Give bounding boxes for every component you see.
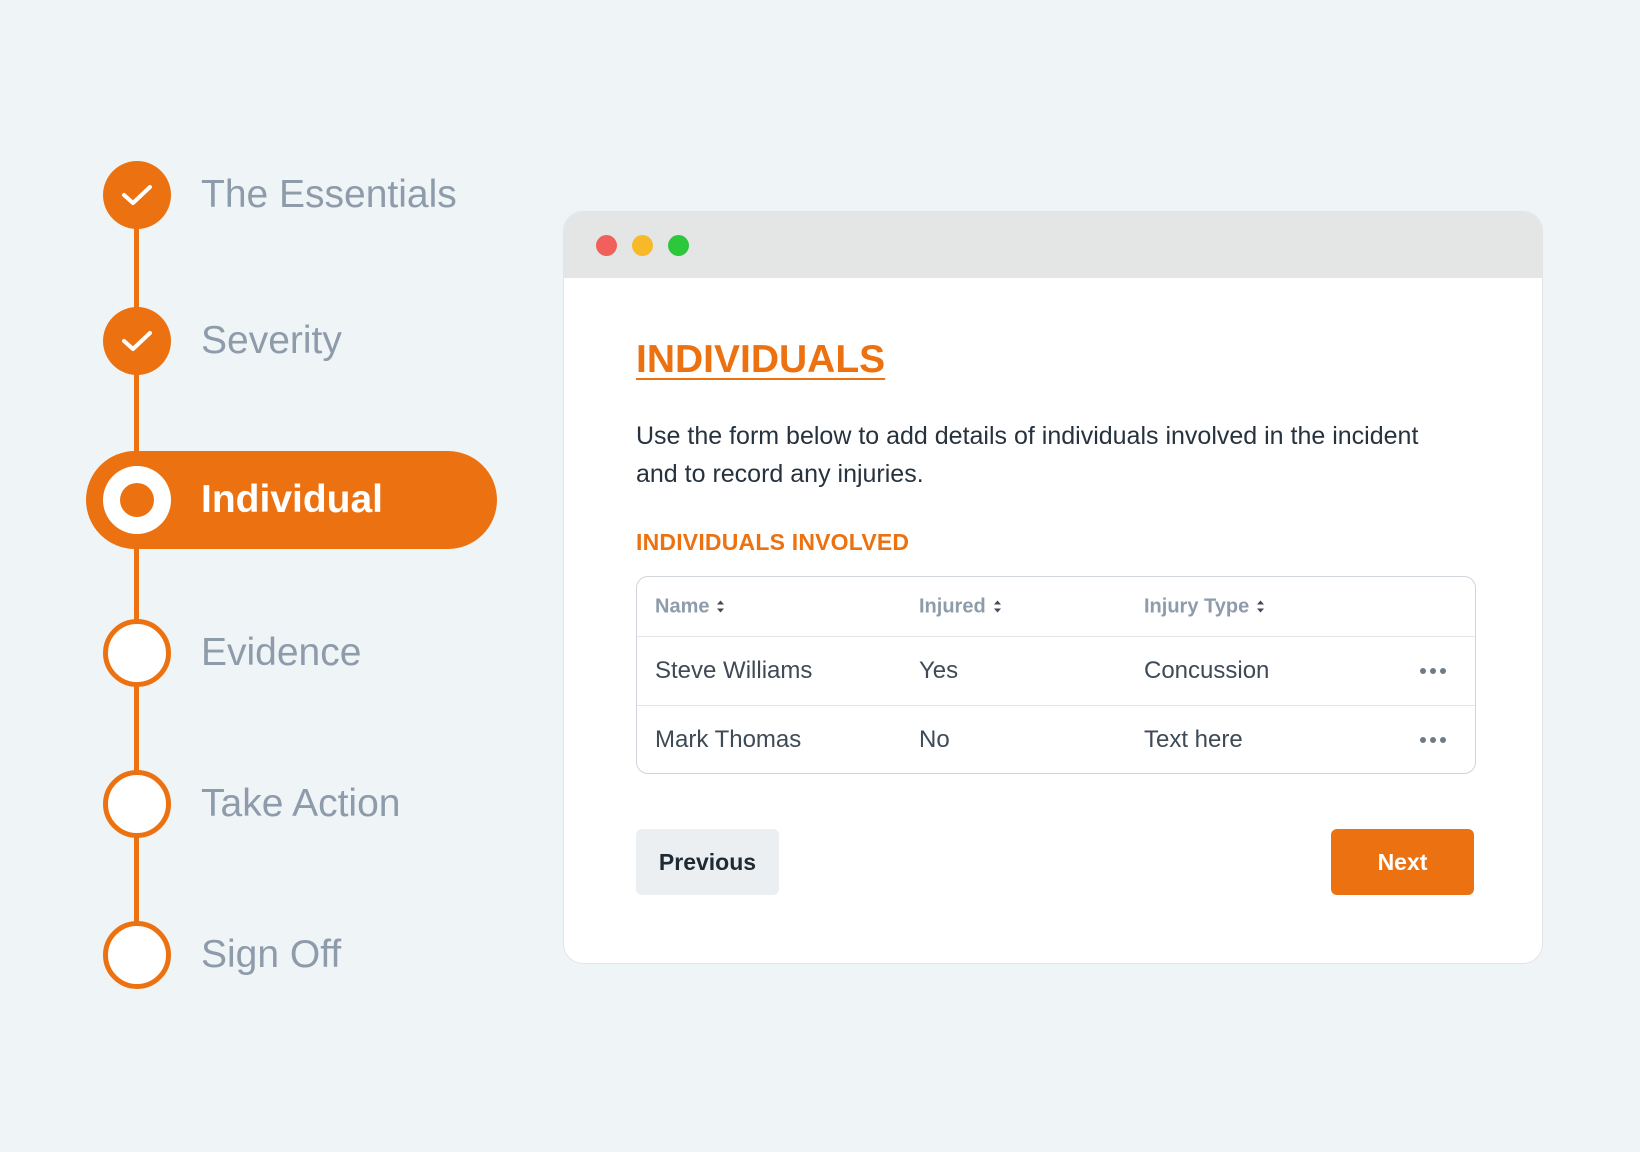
- intro-text: Use the form below to add details of ind…: [636, 422, 1419, 488]
- step-pending-indicator: [103, 619, 171, 687]
- column-header-label: Injury Type: [1144, 595, 1250, 617]
- table-header-row: Name Injured Injury Type: [637, 577, 1475, 637]
- table-row[interactable]: Steve Williams Yes Concussion: [637, 637, 1475, 705]
- maximize-window-icon[interactable]: [668, 234, 689, 256]
- more-options-icon[interactable]: [1420, 736, 1446, 743]
- sort-icon: [717, 600, 725, 613]
- sort-icon: [1257, 600, 1265, 613]
- cell-injury-type: Concussion: [1144, 657, 1270, 684]
- step-complete-indicator: [103, 307, 171, 375]
- step-sign-off[interactable]: Sign Off: [86, 906, 496, 1004]
- table-row[interactable]: Mark Thomas No Text here: [637, 705, 1475, 773]
- current-dot-icon: [120, 483, 154, 517]
- column-header-name[interactable]: Name: [655, 595, 725, 618]
- page-title: INDIVIDUALS: [636, 338, 886, 381]
- more-options-icon[interactable]: [1420, 668, 1446, 674]
- column-header-label: Injured: [919, 595, 986, 617]
- cell-injured: Yes: [919, 657, 959, 684]
- previous-button[interactable]: Previous: [636, 829, 779, 895]
- checkmark-icon: [122, 331, 152, 351]
- section-title: INDIVIDUALS INVOLVED: [636, 529, 910, 555]
- cell-name: Steve Williams: [655, 657, 813, 684]
- cell-injury-type: Text here: [1144, 725, 1243, 753]
- column-header-label: Name: [655, 595, 710, 617]
- sort-icon: [993, 600, 1001, 613]
- checkmark-icon: [122, 185, 152, 205]
- cell-name: Mark Thomas: [655, 725, 802, 753]
- step-the-essentials[interactable]: The Essentials: [86, 146, 496, 244]
- column-header-injury-type[interactable]: Injury Type: [1144, 595, 1265, 618]
- individuals-table: Name Injured Injury Type Steve Williams …: [636, 576, 1476, 774]
- form-content: INDIVIDUALS Use the form below to add de…: [636, 278, 1476, 774]
- step-label: Take Action: [201, 782, 401, 825]
- column-header-injured[interactable]: Injured: [919, 595, 1002, 618]
- step-label: Severity: [201, 319, 342, 362]
- step-label: Sign Off: [201, 933, 342, 976]
- step-label: Individual: [201, 478, 384, 521]
- next-button[interactable]: Next: [1331, 829, 1474, 895]
- window-titlebar: [564, 212, 1542, 278]
- step-complete-indicator: [103, 161, 171, 229]
- progress-stepper: The Essentials Severity Individual Evide…: [0, 0, 520, 1152]
- step-evidence[interactable]: Evidence: [86, 604, 496, 702]
- app-window: INDIVIDUALS Use the form below to add de…: [563, 211, 1543, 964]
- step-pending-indicator: [103, 921, 171, 989]
- cell-injured: No: [919, 725, 950, 753]
- step-label: Evidence: [201, 631, 362, 674]
- step-current-indicator: [103, 466, 171, 534]
- step-severity[interactable]: Severity: [86, 292, 496, 390]
- stage: The Essentials Severity Individual Evide…: [0, 0, 1640, 1152]
- close-window-icon[interactable]: [596, 234, 617, 256]
- step-pending-indicator: [103, 770, 171, 838]
- step-individual[interactable]: Individual: [86, 451, 497, 549]
- step-label: The Essentials: [201, 173, 457, 216]
- minimize-window-icon[interactable]: [632, 234, 653, 256]
- step-take-action[interactable]: Take Action: [86, 755, 496, 853]
